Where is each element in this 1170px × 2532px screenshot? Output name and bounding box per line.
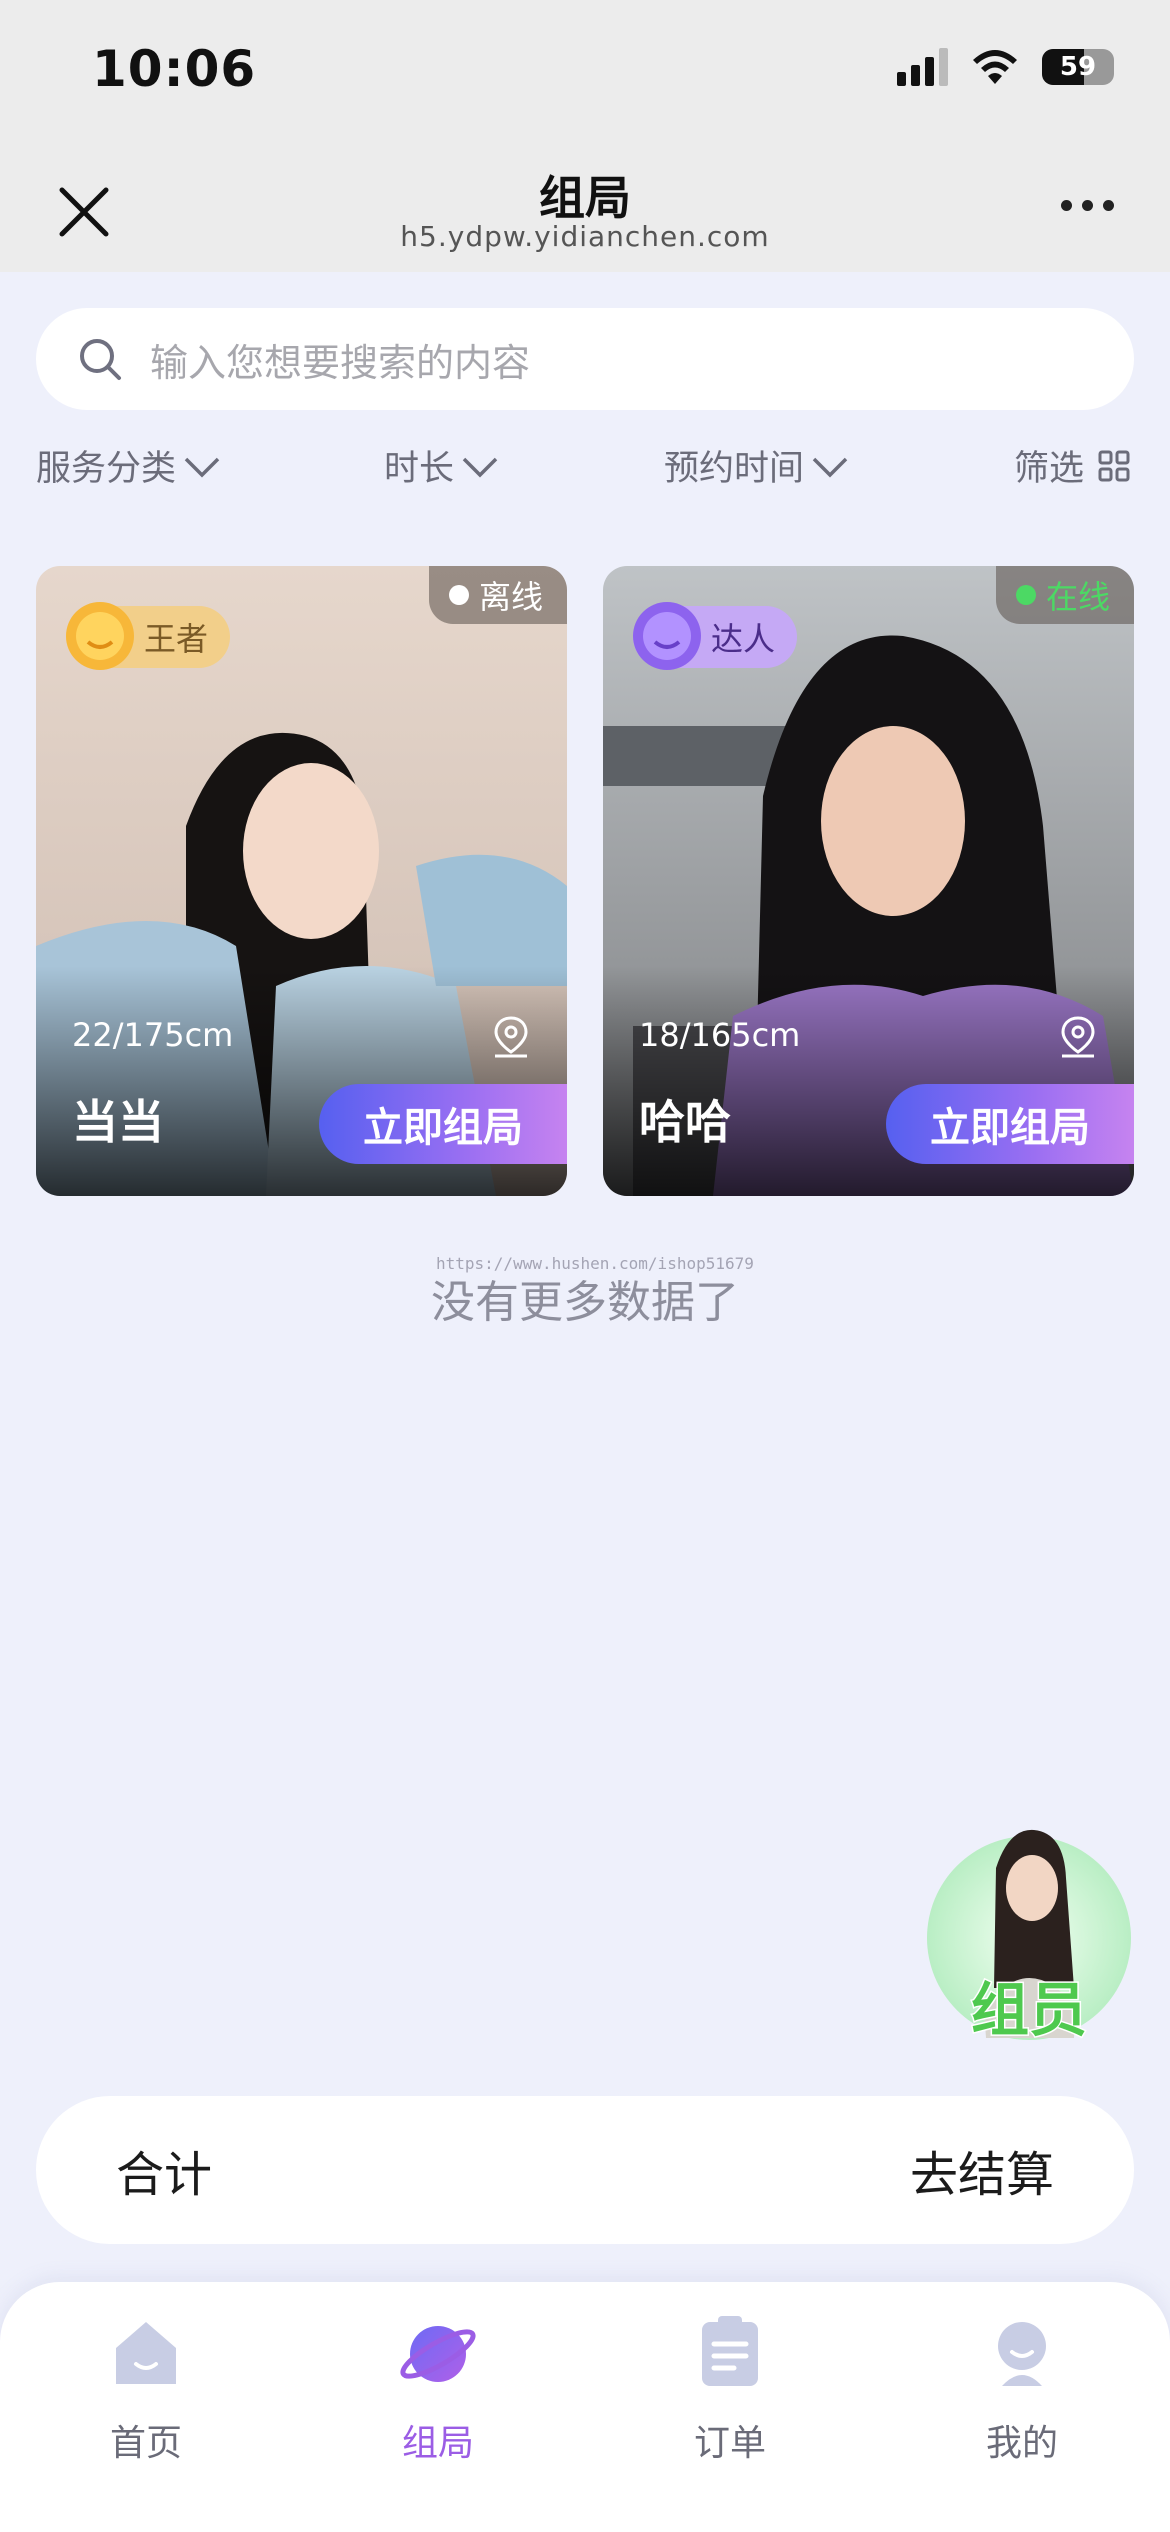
cellular-signal-icon [897, 48, 948, 86]
status-bar: 10:06 59 [0, 0, 1170, 150]
age-height: 18/165cm [639, 1016, 801, 1054]
filter-screen[interactable]: 筛选 [1014, 440, 1134, 491]
join-button[interactable]: 立即组局 [886, 1084, 1134, 1164]
status-icons: 59 [897, 48, 1114, 86]
level-label: 王者 [144, 620, 209, 658]
search-icon [80, 339, 121, 380]
no-more-data-text: 没有更多数据了 [431, 1277, 739, 1328]
filter-duration[interactable]: 时长 [384, 440, 500, 491]
profile-card[interactable]: 在线 达人 18/165cm 哈哈 立即组局 [603, 566, 1134, 1196]
status-text: 在线 [1045, 578, 1110, 616]
status-badge: 在线 [995, 566, 1134, 624]
home-icon [116, 2322, 176, 2384]
team-member-avatar: 组员 [927, 1829, 1131, 2046]
tab-orders[interactable]: 订单 [630, 2312, 830, 2466]
tab-orders-label: 订单 [693, 2423, 766, 2464]
filter-screen-label: 筛选 [1013, 449, 1084, 489]
filter-booking-time[interactable]: 预约时间 [664, 440, 850, 491]
tab-group-label: 组局 [401, 2423, 474, 2464]
profile-card[interactable]: 离线 王者 22/175cm 当当 立即组局 [36, 566, 567, 1196]
online-dot-icon [1015, 585, 1036, 605]
planet-icon [400, 2326, 476, 2382]
tab-profile[interactable]: 我的 [922, 2312, 1122, 2466]
filter-bar: 服务分类 时长 预约时间 筛选 [36, 440, 1134, 500]
nav-bar: 组局 h5.ydpw.yidianchen.com [0, 150, 1170, 272]
search-placeholder: 输入您想要搜索的内容 [150, 340, 531, 385]
tab-group[interactable]: 组局 [338, 2312, 538, 2466]
filter-category[interactable]: 服务分类 [36, 440, 222, 491]
star-medal-icon [633, 602, 701, 670]
summary-bar: 合计 去结算 [36, 2096, 1134, 2244]
battery-icon: 59 [1042, 49, 1114, 85]
offline-dot-icon [448, 585, 469, 605]
status-badge: 离线 [428, 566, 567, 624]
floating-avatar-label: 组员 [971, 1976, 1087, 2044]
age-height: 22/175cm [72, 1016, 234, 1054]
total-label: 合计 [116, 2147, 213, 2203]
user-icon [998, 2322, 1046, 2386]
chevron-down-icon [812, 457, 848, 477]
chevron-down-icon [184, 457, 220, 477]
chevron-down-icon [462, 457, 498, 477]
filter-duration-label: 时长 [384, 449, 455, 489]
location-pin-icon[interactable] [1058, 1014, 1098, 1058]
grid-icon [1098, 450, 1130, 481]
tab-profile-label: 我的 [985, 2423, 1058, 2464]
profile-name: 哈哈 [639, 1095, 731, 1149]
level-badge: 达人 [633, 602, 798, 670]
location-pin-icon[interactable] [491, 1014, 531, 1058]
filter-booking-time-label: 预约时间 [664, 449, 805, 489]
battery-level: 59 [1059, 52, 1097, 82]
join-button[interactable]: 立即组局 [319, 1084, 567, 1164]
page-title: 组局 [539, 171, 631, 225]
tab-home-label: 首页 [109, 2423, 182, 2464]
tab-bar: 首页 组局 订单 我的 [0, 2282, 1170, 2532]
page-url: h5.ydpw.yidianchen.com [400, 220, 770, 253]
floating-team-member-button[interactable]: 组员 [924, 1808, 1134, 2046]
crown-medal-icon [66, 602, 134, 670]
checkout-button[interactable]: 去结算 [910, 2135, 1054, 2205]
tab-home[interactable]: 首页 [46, 2312, 246, 2466]
filter-category-label: 服务分类 [36, 449, 177, 489]
more-options-icon[interactable] [1061, 200, 1114, 211]
wifi-icon [973, 50, 1017, 84]
profile-name: 当当 [72, 1095, 164, 1149]
level-badge: 王者 [66, 602, 231, 670]
status-text: 离线 [478, 578, 543, 616]
search-input[interactable]: 输入您想要搜索的内容 [36, 308, 1134, 410]
clipboard-icon [702, 2316, 758, 2386]
status-time: 10:06 [92, 40, 257, 98]
level-label: 达人 [711, 620, 776, 658]
